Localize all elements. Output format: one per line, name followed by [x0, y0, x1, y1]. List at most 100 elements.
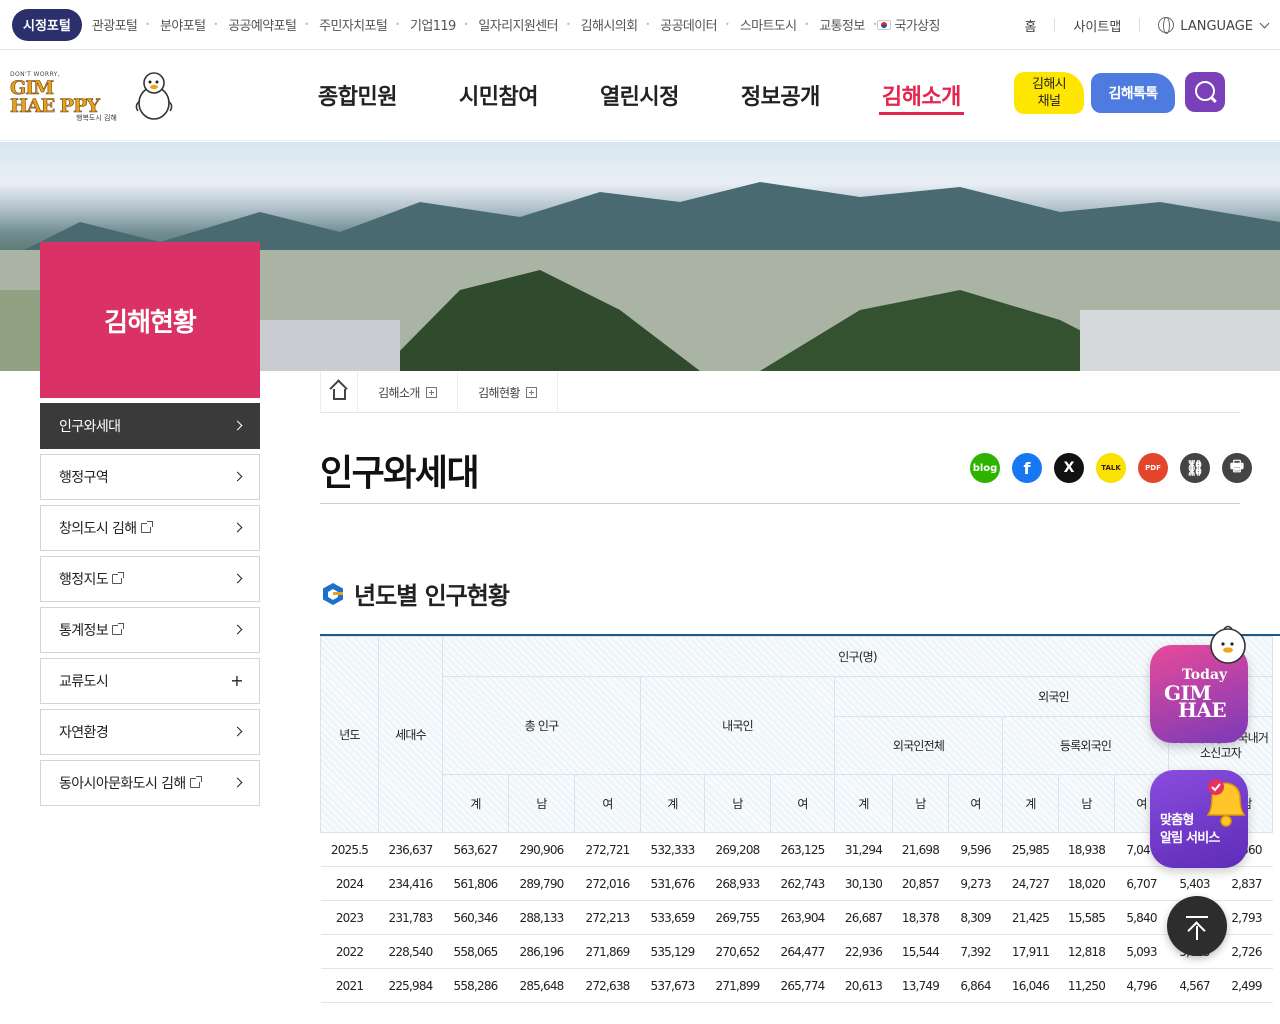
- population-table-container[interactable]: 년도 세대수 인구(명) 총 인구 내국인 외국인 외국인전체 등록외국인 외국…: [320, 634, 1280, 1024]
- gnb-item-1[interactable]: 종합민원: [318, 79, 397, 111]
- sitemap-link[interactable]: 사이트맵: [1073, 16, 1121, 35]
- portal-link[interactable]: 김해시의회: [581, 15, 638, 34]
- sidebar-item-label: 동아시아문화도시 김해: [59, 776, 186, 792]
- breadcrumb-item-status[interactable]: 김해현황: [458, 371, 558, 413]
- portal-link[interactable]: 국가상징: [894, 15, 940, 34]
- separator-dot: •: [145, 20, 151, 29]
- print-icon[interactable]: 🖶: [1222, 453, 1252, 483]
- table-cell: 265,774: [770, 968, 835, 1003]
- search-button[interactable]: [1185, 72, 1225, 112]
- year-cell: 2022: [320, 934, 379, 969]
- table-cell: 271,899: [704, 968, 771, 1003]
- table-cell: 18,378: [892, 900, 949, 935]
- table-cell: 4,567: [1168, 968, 1221, 1003]
- separator-dot: •: [395, 20, 400, 29]
- expand-icon: [425, 386, 437, 398]
- gnb-item-3[interactable]: 열린시정: [600, 79, 679, 111]
- table-cell: 264,477: [770, 934, 835, 969]
- header-total-population: 총 인구: [442, 676, 641, 775]
- link-icon[interactable]: ⛓: [1180, 453, 1210, 483]
- language-selector[interactable]: LANGUAGE: [1158, 16, 1270, 34]
- header-households: 세대수: [378, 636, 443, 833]
- header-female: 여: [948, 774, 1003, 833]
- portal-link[interactable]: 기업119: [410, 15, 456, 34]
- chevron-right-icon: [232, 573, 243, 584]
- breadcrumb-home[interactable]: [320, 371, 358, 413]
- separator-dot: •: [463, 20, 469, 29]
- sidebar-item[interactable]: 자연환경: [40, 709, 260, 755]
- language-label: LANGUAGE: [1180, 18, 1253, 34]
- table-cell: 263,904: [770, 900, 835, 935]
- breadcrumb-item-intro[interactable]: 김해소개: [358, 371, 458, 413]
- portal-tab-city[interactable]: 시정포털: [12, 8, 82, 41]
- portal-link[interactable]: 주민자치포털: [319, 15, 388, 34]
- utility-links: 홈 사이트맵 LANGUAGE: [1024, 0, 1270, 50]
- section-bullet-icon: [323, 582, 343, 605]
- table-cell: 18,938: [1058, 832, 1115, 867]
- table-cell: 272,721: [574, 832, 641, 867]
- year-cell: 2023: [320, 900, 379, 935]
- gimhae-channel-button[interactable]: 김해시 채널: [1014, 72, 1084, 114]
- portal-link[interactable]: 교통정보: [819, 15, 865, 34]
- facebook-icon[interactable]: f: [1012, 453, 1042, 483]
- table-cell: 558,065: [442, 934, 509, 969]
- sidebar-item[interactable]: 통계정보: [40, 607, 260, 653]
- gnb-item-4[interactable]: 정보공개: [741, 79, 820, 111]
- table-cell: 2,726: [1220, 934, 1273, 969]
- table-cell: 21,698: [892, 832, 949, 867]
- table-cell: 558,286: [442, 968, 509, 1003]
- divider: [1054, 18, 1056, 32]
- share-toolbar: blog f X TALK PDF ⛓ 🖶: [970, 453, 1252, 483]
- gimhae-logo[interactable]: DON'T WORRY, GIM HAE PPY 행복도시 김해: [8, 69, 178, 127]
- sidebar-item[interactable]: 행정구역: [40, 454, 260, 500]
- table-cell: 262,743: [770, 866, 835, 901]
- blog-icon[interactable]: blog: [970, 453, 1000, 483]
- gnb-item-2[interactable]: 시민참여: [459, 79, 538, 111]
- portal-link[interactable]: 관광포털: [92, 15, 138, 34]
- kakaotalk-icon[interactable]: TALK: [1096, 453, 1126, 483]
- sidebar-item-label: 행정지도: [59, 572, 109, 588]
- table-row: 2021 225,984 558,286 285,648 272,638 537,673 2…: [320, 968, 1273, 1003]
- table-cell: 231,783: [378, 900, 443, 935]
- pdf-icon[interactable]: PDF: [1138, 453, 1168, 483]
- table-cell: 11,250: [1058, 968, 1115, 1003]
- table-cell: 9,596: [948, 832, 1003, 867]
- portal-link[interactable]: 분야포털: [160, 15, 206, 34]
- separator-dot: •: [645, 20, 651, 29]
- header-male: 남: [1058, 774, 1115, 833]
- header-male: 남: [508, 774, 575, 833]
- table-cell: 288,133: [508, 900, 575, 935]
- table-cell: 234,416: [378, 866, 443, 901]
- portal-link[interactable]: 일자리지원센터: [478, 15, 558, 34]
- section-heading-text: 년도별 인구현황: [354, 582, 510, 610]
- separator-dot: •: [725, 20, 730, 29]
- sidebar-item[interactable]: 교류도시 +: [40, 658, 260, 704]
- header-registered-foreign: 등록외국인: [1002, 716, 1169, 775]
- divider: [320, 503, 1240, 504]
- x-icon[interactable]: X: [1054, 453, 1084, 483]
- table-cell: 272,016: [574, 866, 641, 901]
- table-cell: 290,906: [508, 832, 575, 867]
- logo-wordmark: GIM HAE PPY: [10, 77, 101, 117]
- table-cell: 24,727: [1002, 866, 1059, 901]
- sidebar-item[interactable]: 인구와세대: [40, 403, 260, 449]
- home-link[interactable]: 홈: [1024, 16, 1036, 35]
- portal-link[interactable]: 공공예약포털: [228, 15, 297, 34]
- table-cell: 561,806: [442, 866, 509, 901]
- table-cell: 2,793: [1220, 900, 1273, 935]
- sidebar-item-label: 교류도시: [59, 674, 109, 690]
- sidebar-item[interactable]: 동아시아문화도시 김해: [40, 760, 260, 806]
- sidebar-item[interactable]: 창의도시 김해: [40, 505, 260, 551]
- breadcrumb: 김해소개 김해현황: [320, 371, 1240, 413]
- external-link-icon: [189, 776, 202, 788]
- table-row: 2025.5 236,637 563,627 290,906 272,721 532,33…: [320, 832, 1273, 867]
- portal-link[interactable]: 공공데이터: [660, 15, 717, 34]
- gnb-item-5[interactable]: 김해소개: [878, 79, 964, 115]
- table-cell: 272,213: [574, 900, 641, 935]
- chevron-right-icon: [232, 726, 243, 737]
- table-cell: 6,707: [1114, 866, 1169, 901]
- bell-icon: [1206, 779, 1246, 827]
- gimhae-talk-button[interactable]: 김해톡톡: [1091, 73, 1175, 113]
- sidebar-item[interactable]: 행정지도: [40, 556, 260, 602]
- portal-link[interactable]: 스마트도시: [740, 15, 797, 34]
